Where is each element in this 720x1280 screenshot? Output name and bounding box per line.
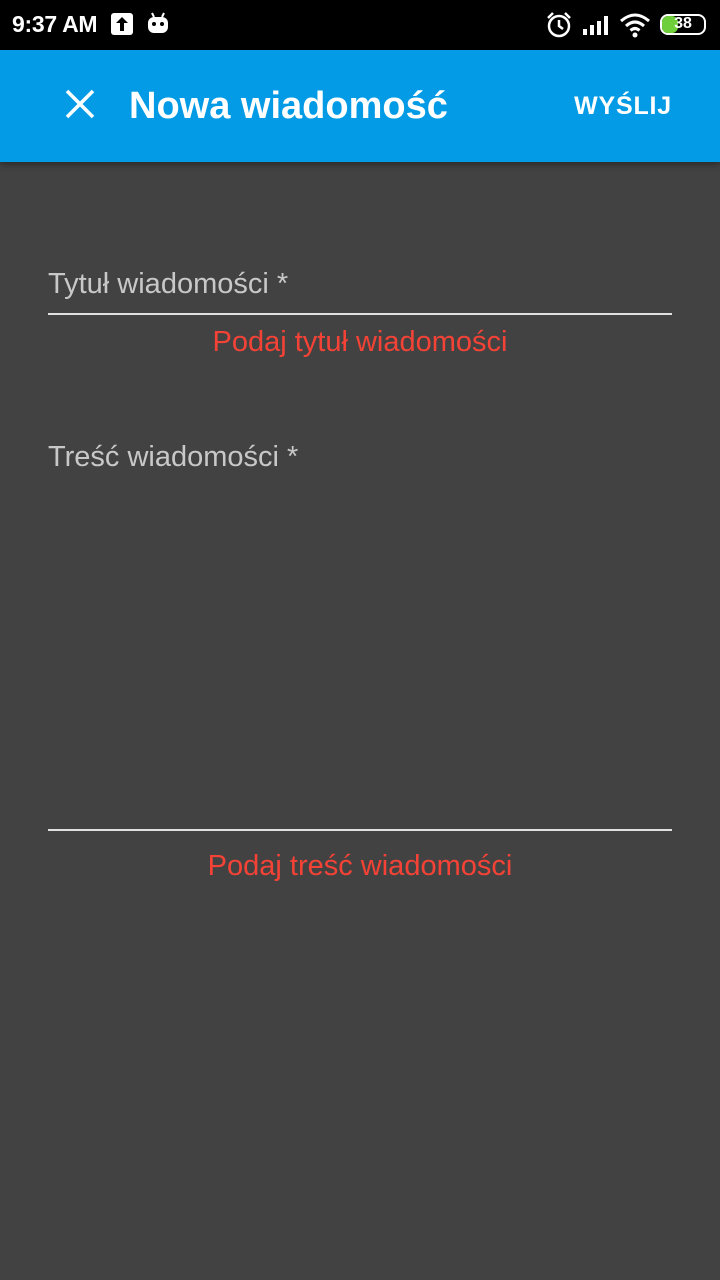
battery-level: 38 (674, 15, 692, 32)
battery-icon: 38 (660, 14, 706, 35)
close-icon (64, 88, 96, 125)
body-field-error: Podaj treść wiadomości (207, 850, 513, 882)
status-bar: 9:37 AM 38 (0, 0, 720, 50)
app-bar: Nowa wiadomość WYŚLIJ (0, 50, 720, 162)
send-button[interactable]: WYŚLIJ (574, 90, 672, 122)
alarm-icon (545, 11, 573, 39)
signal-icon (582, 14, 612, 36)
body-field-underline (48, 829, 672, 831)
page-title: Nowa wiadomość (129, 85, 448, 127)
title-field-underline (48, 313, 672, 315)
body-field[interactable]: Treść wiadomości * Podaj treść wiadomośc… (48, 436, 672, 896)
close-button[interactable] (52, 78, 108, 134)
status-time: 9:37 AM (12, 11, 98, 37)
title-field-error: Podaj tytuł wiadomości (212, 326, 508, 358)
title-field[interactable]: Tytuł wiadomości * Podaj tytuł wiadomośc… (48, 262, 672, 392)
body-field-label: Treść wiadomości * (48, 441, 299, 473)
upload-icon (111, 13, 133, 35)
android-icon (146, 11, 170, 37)
wifi-icon (619, 12, 651, 38)
title-field-label: Tytuł wiadomości * (48, 268, 289, 300)
